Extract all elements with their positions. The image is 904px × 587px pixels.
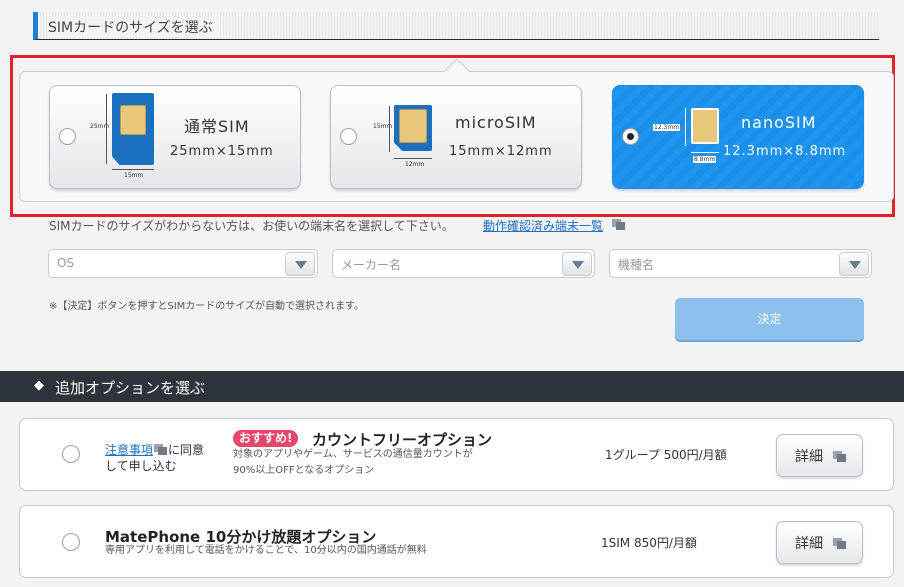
detail-label: 詳細 [795,449,823,465]
radio-button-selected[interactable] [622,128,639,145]
sim-option-size: 25mm×15mm [170,144,274,159]
dimension-line [685,108,686,146]
sim-option-size: 12.3mm×8.8mm [723,144,847,159]
diamond-icon: ◆ [34,378,44,393]
external-window-icon [833,538,846,549]
sim-chip-icon [691,108,719,144]
chevron-down-icon[interactable] [285,252,315,276]
option-radio[interactable] [62,533,80,551]
help-text: SIMカードのサイズがわからない方は、お使いの端末名を選択して下さい。 [49,219,454,233]
recommended-badge: おすすめ! [233,430,299,447]
sim-option-name: nanoSIM [741,113,817,132]
dimension-label: 15mm [124,172,144,179]
external-window-icon [612,219,625,230]
dimension-label: 15mm [373,123,393,130]
dimension-label: 25mm [90,123,110,130]
chevron-down-icon[interactable] [562,252,592,276]
detail-label: 詳細 [795,536,823,552]
auto-select-note: ※【決定】ボタンを押すとSIMカードのサイズが自動で選択されます。 [49,301,365,312]
select-placeholder: 機種名 [618,258,655,272]
sim-chip-icon [120,105,146,135]
select-placeholder: メーカー名 [341,258,402,272]
sim-option-name: 通常SIM [184,117,250,136]
detail-button[interactable]: 詳細 [776,434,863,477]
option-price: 1SIM 850円/月額 [601,536,697,550]
select-placeholder: OS [57,256,75,270]
os-select[interactable]: OS [48,249,318,278]
section-header-options: ◆ 追加オプションを選ぶ [0,371,904,402]
dimension-label: 8.8mm [693,156,717,163]
consent-text: 注意事項 に同意して申し込む [105,442,215,474]
dimension-line [394,158,432,159]
sim-option-size: 15mm×12mm [449,144,553,159]
verified-devices-link[interactable]: 動作確認済み端末一覧 [483,217,603,234]
chevron-down-icon[interactable] [839,252,869,276]
decide-button[interactable]: 決定 [675,298,864,340]
option-card-count-free: 注意事項 に同意して申し込む おすすめ! カウントフリーオプション 対象のアプリや… [19,418,894,491]
terms-link[interactable]: 注意事項 [105,443,153,457]
radio-button[interactable] [59,128,76,145]
sim-option-standard[interactable]: 25mm 15mm 通常SIM 25mm×15mm [49,85,301,189]
detail-button[interactable]: 詳細 [776,521,863,564]
sim-option-micro[interactable]: 15mm 12mm microSIM 15mm×12mm [330,85,582,189]
sim-option-name: microSIM [455,113,537,132]
external-window-icon [154,444,168,455]
dimension-label: 12.3mm [653,124,681,131]
radio-button[interactable] [340,128,357,145]
section-title: SIMカードのサイズを選ぶ [48,17,219,37]
option-price: 1グループ 500円/月額 [605,448,727,462]
option-description: 専用アプリを利用して電話をかけることで、10分以内の国内通話が無料 [105,545,427,556]
section-title: 追加オプションを選ぶ [55,379,206,397]
option-description: 90%以上OFFとなるオプション [233,465,375,476]
dimension-line [112,169,154,170]
option-radio[interactable] [62,445,80,463]
model-select[interactable]: 機種名 [609,249,872,278]
maker-select[interactable]: メーカー名 [332,249,595,278]
sim-chip-icon [399,109,427,143]
dimension-label: 12mm [405,161,425,168]
option-card-matephone: MatePhone 10分かけ放題オプション 専用アプリを利用して電話をかけるこ… [19,505,894,578]
external-window-icon [833,451,846,462]
dimension-line [691,152,719,153]
sim-option-nano[interactable]: 12.3mm 8.8mm nanoSIM 12.3mm×8.8mm [612,85,864,189]
option-description: 対象のアプリやゲーム、サービスの通信量カウントが [233,449,473,460]
section-header-sim-size: SIMカードのサイズを選ぶ [33,12,879,40]
